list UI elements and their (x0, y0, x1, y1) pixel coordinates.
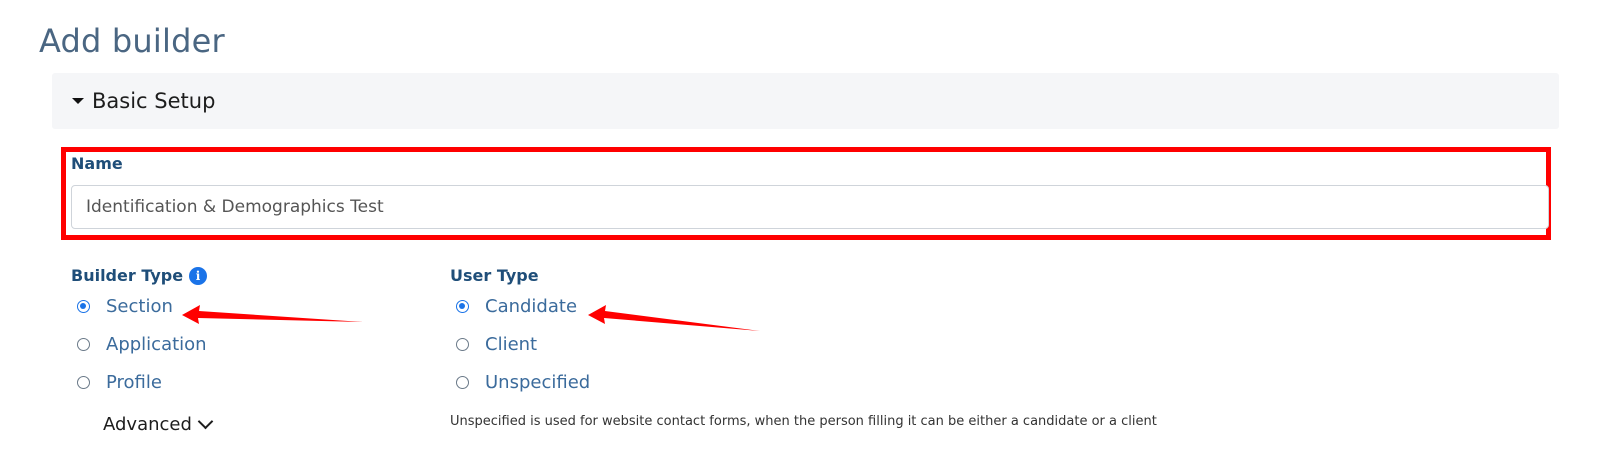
arrow-to-candidate (588, 305, 760, 331)
annotation-arrows (182, 305, 760, 331)
arrow-to-section (182, 305, 363, 324)
